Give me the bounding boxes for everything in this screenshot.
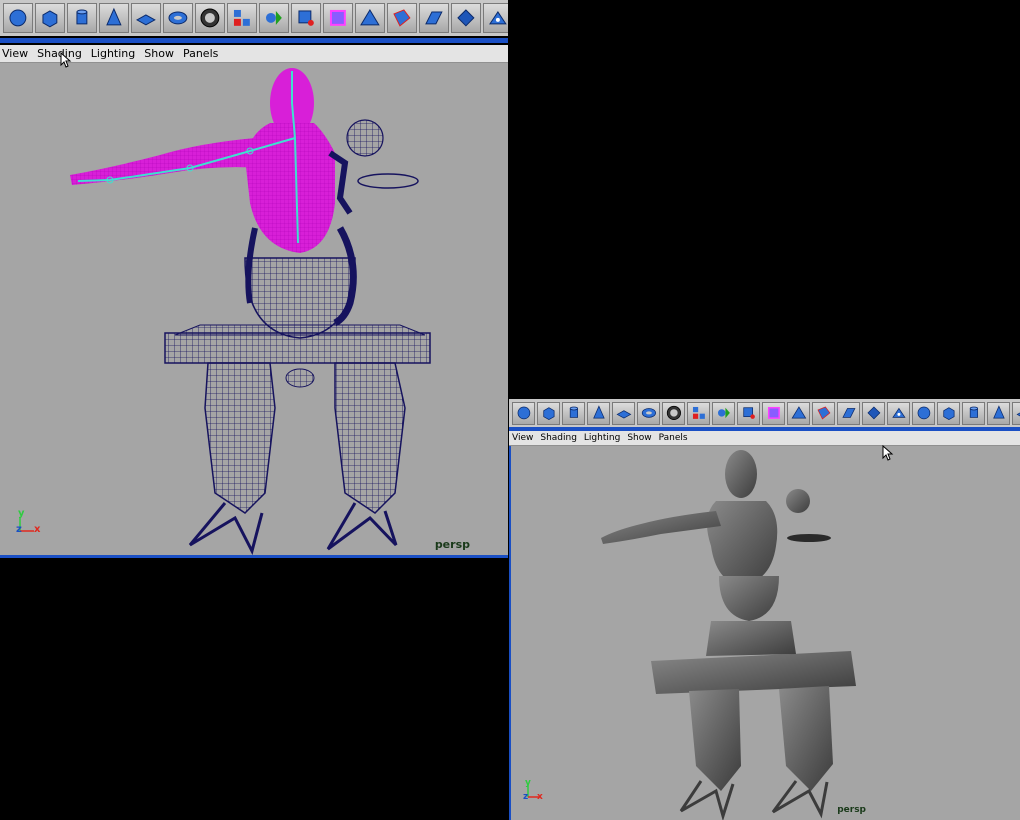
viewport-perspective-wireframe[interactable]: y z x persp [0, 63, 508, 558]
viewport-bottom-menubar: View Shading Lighting Show Panels [509, 431, 1020, 446]
polygon-cylinder-icon[interactable] [67, 3, 97, 33]
poke-face-icon[interactable] [887, 401, 910, 425]
menu-view[interactable]: View [512, 433, 533, 443]
menu-lighting[interactable]: Lighting [584, 433, 620, 443]
extract-icon[interactable] [737, 401, 760, 425]
axis-y-label: y [18, 508, 25, 519]
subdiv-icon[interactable] [787, 401, 810, 425]
extrude-face-icon[interactable] [812, 401, 835, 425]
polygon-torus-icon[interactable] [163, 3, 193, 33]
flip-icon[interactable] [1012, 401, 1020, 425]
shelf-top [0, 0, 508, 36]
polygon-cube-icon[interactable] [35, 3, 65, 33]
wedge-face-icon[interactable] [862, 401, 885, 425]
shelf-bottom [509, 399, 1020, 427]
poke-face-icon[interactable] [483, 3, 508, 33]
mouse-cursor-icon [60, 52, 72, 68]
axis-x-label: x [537, 792, 543, 802]
wedge-face-icon[interactable] [451, 3, 481, 33]
wireframe-model [70, 68, 431, 555]
panel-border-top [0, 38, 508, 43]
mouse-cursor-icon [882, 445, 894, 461]
menu-panels[interactable]: Panels [659, 433, 688, 443]
menu-panels[interactable]: Panels [183, 47, 218, 60]
polygon-cone-icon[interactable] [99, 3, 129, 33]
menu-show[interactable]: Show [627, 433, 651, 443]
shaded-model [601, 450, 856, 820]
polygon-plane-icon[interactable] [612, 401, 635, 425]
split-edge-icon[interactable] [837, 401, 860, 425]
camera-label: persp [434, 538, 470, 551]
combine-icon[interactable] [227, 3, 257, 33]
camera-label: persp [837, 805, 866, 815]
merge-icon[interactable] [987, 401, 1010, 425]
subdiv-icon[interactable] [355, 3, 385, 33]
axis-x-label: x [34, 524, 41, 535]
menu-lighting[interactable]: Lighting [91, 47, 135, 60]
polygon-plane-icon[interactable] [131, 3, 161, 33]
extract-icon[interactable] [291, 3, 321, 33]
combine-icon[interactable] [687, 401, 710, 425]
polygon-pipe-icon[interactable] [195, 3, 225, 33]
viewport-perspective-shaded[interactable]: y z x persp [509, 446, 1020, 820]
extrude-face-icon[interactable] [387, 3, 417, 33]
polygon-cylinder-icon[interactable] [562, 401, 585, 425]
extrude-edge-icon[interactable] [937, 401, 960, 425]
polygon-pipe-icon[interactable] [662, 401, 685, 425]
smooth-proxy-icon[interactable] [323, 3, 353, 33]
viewport-top-menubar: View Shading Lighting Show Panels [0, 45, 508, 63]
polygon-sphere-icon[interactable] [512, 401, 535, 425]
separate-icon[interactable] [712, 401, 735, 425]
menu-shading[interactable]: Shading [540, 433, 577, 443]
polygon-torus-icon[interactable] [637, 401, 660, 425]
bevel-icon[interactable] [962, 401, 985, 425]
menu-show[interactable]: Show [144, 47, 174, 60]
split-edge-icon[interactable] [419, 3, 449, 33]
menu-view[interactable]: View [2, 47, 28, 60]
smooth-proxy-icon[interactable] [762, 401, 785, 425]
axis-y-label: y [525, 778, 531, 788]
separate-icon[interactable] [259, 3, 289, 33]
polygon-cone-icon[interactable] [587, 401, 610, 425]
polygon-sphere-icon[interactable] [3, 3, 33, 33]
duplicate-face-icon[interactable] [912, 401, 935, 425]
polygon-cube-icon[interactable] [537, 401, 560, 425]
